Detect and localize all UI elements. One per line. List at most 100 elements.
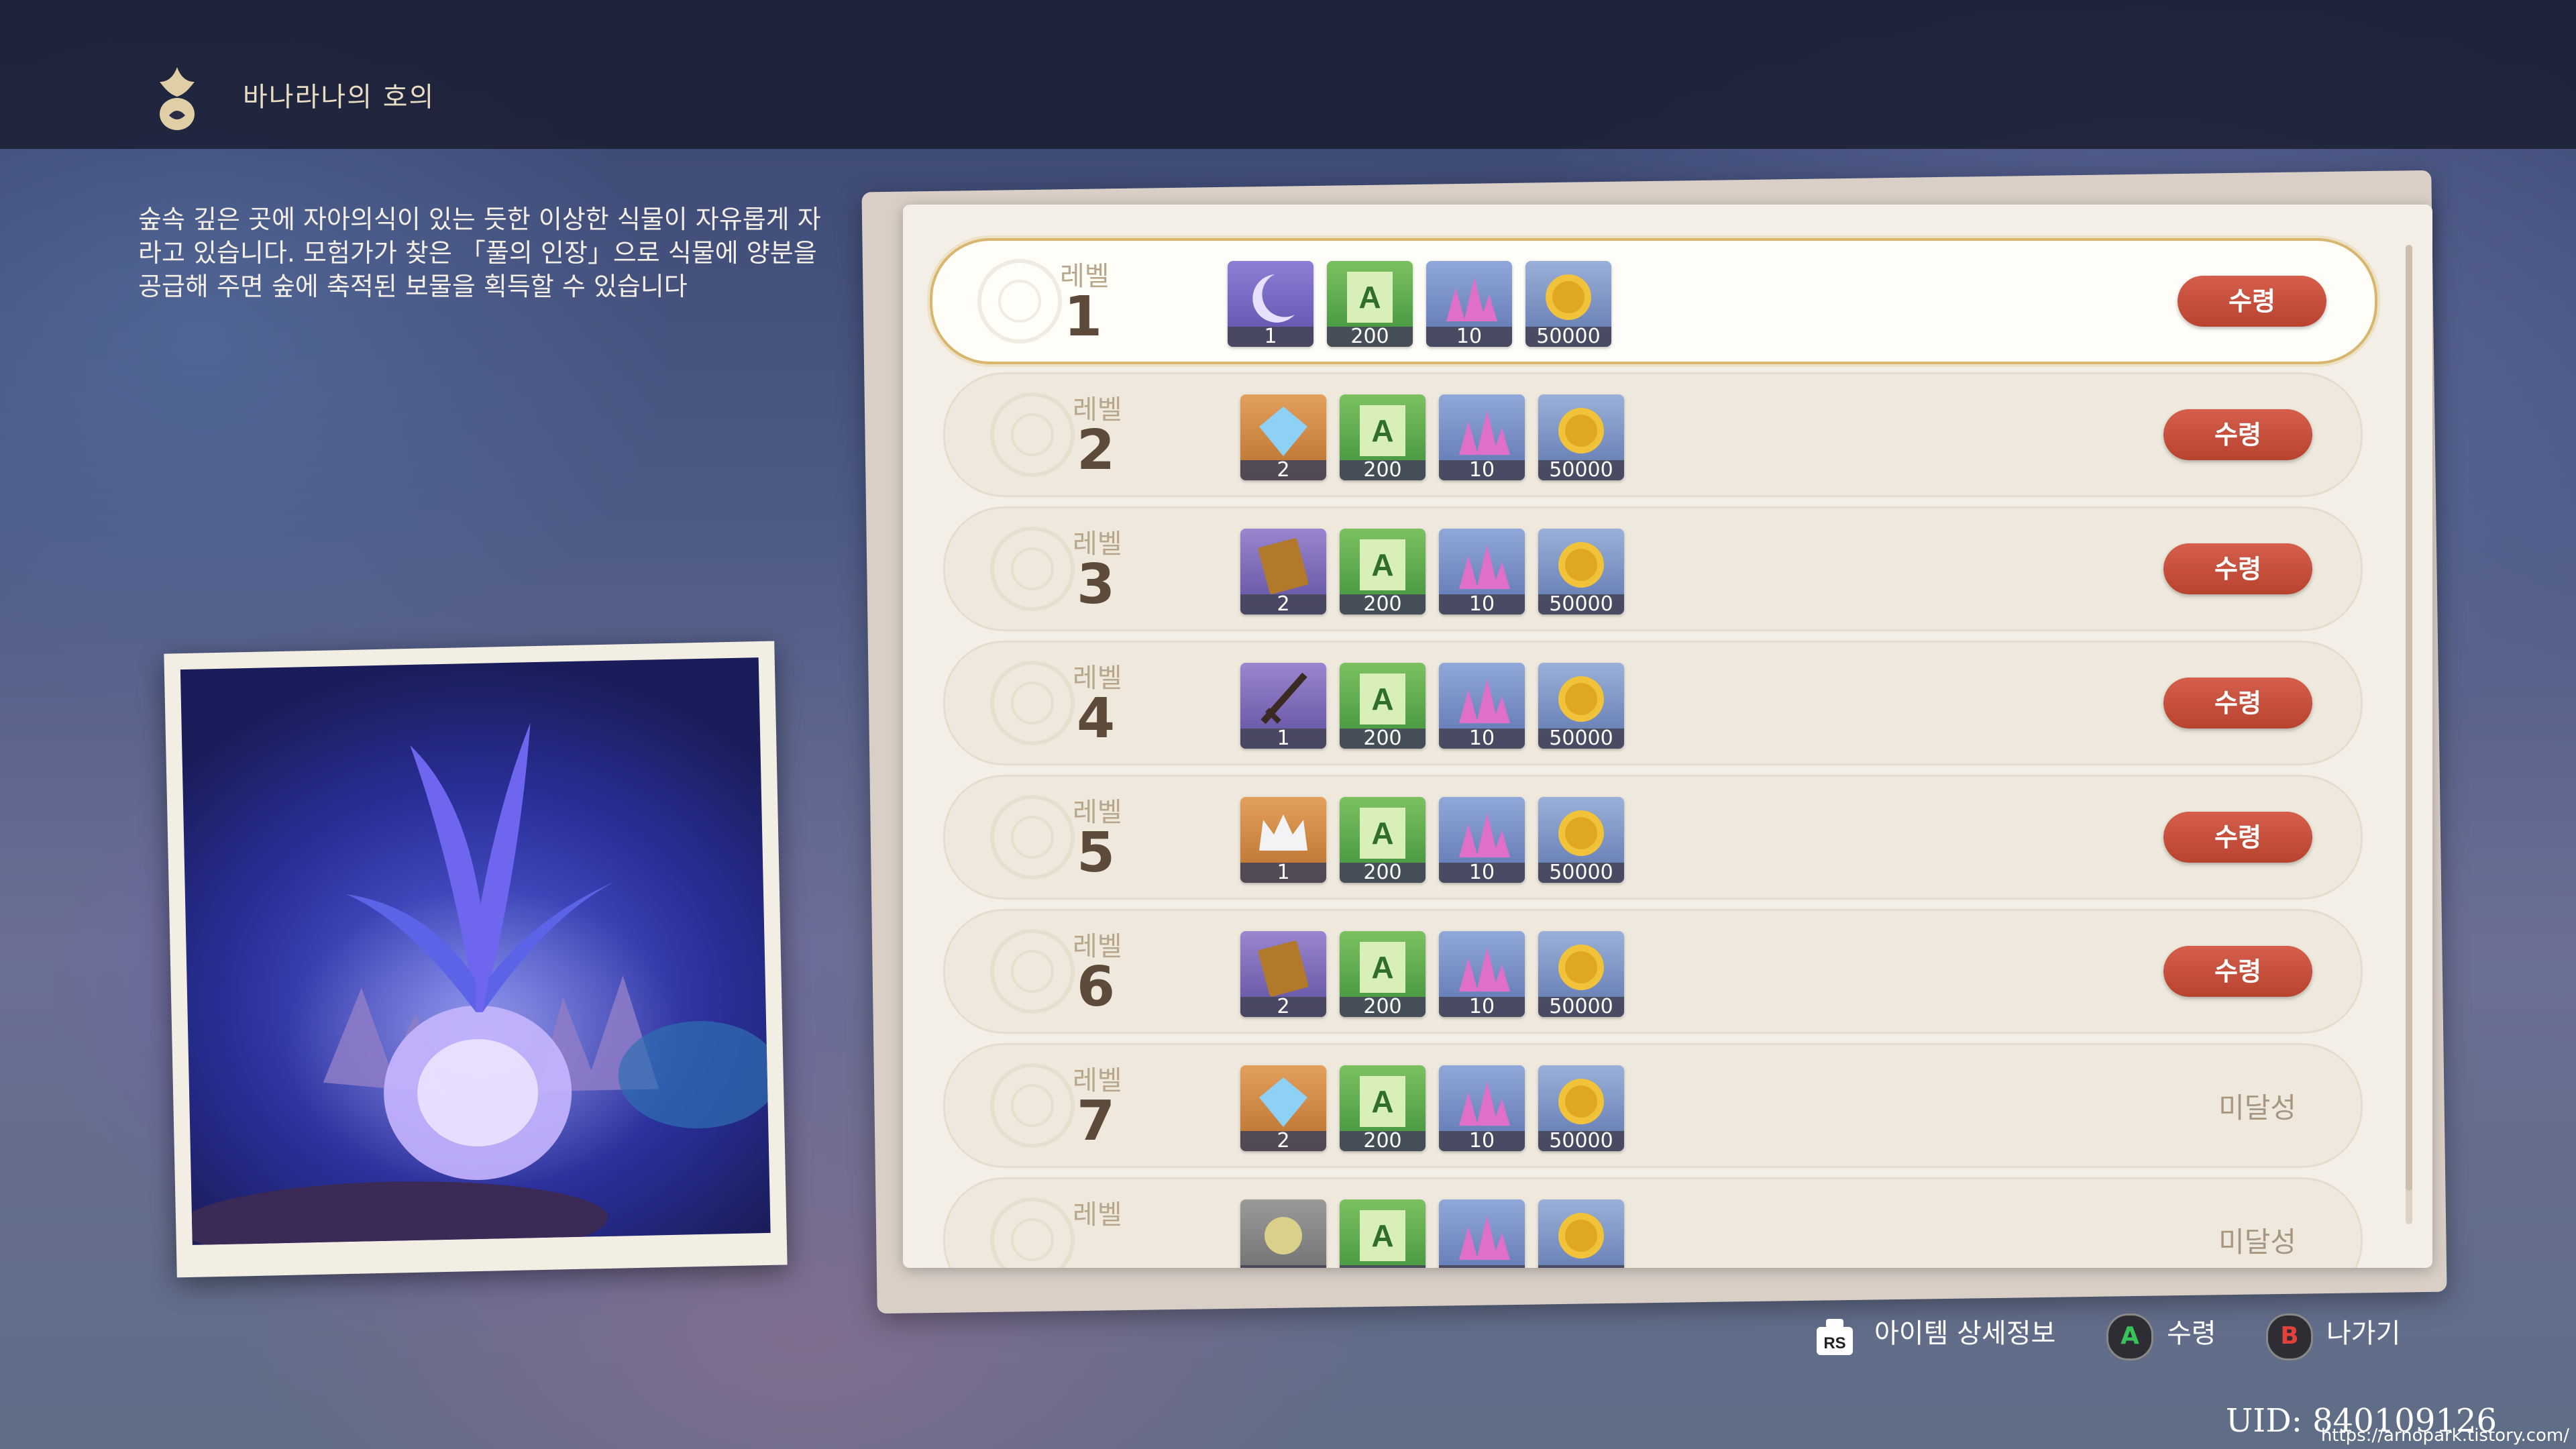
adventure-exp-icon: A [1360,1076,1405,1127]
level-number: 7 [1077,1089,1116,1153]
scrollbar[interactable] [2406,245,2412,1224]
reward-list-panel[interactable]: 레벨 1 1 A 200 10 50000 수령 레벨 2 2 A 200 10 50000 수령 레벨 3 2 A 2… [903,205,2432,1268]
reward-row-level-3[interactable]: 레벨 3 2 A 200 10 50000 수령 [943,506,2363,631]
a-button-icon: A [2106,1313,2153,1360]
reward-item[interactable]: A 200 [1340,931,1426,1017]
reward-item[interactable]: 10 [1439,1065,1525,1151]
reward-item[interactable]: A 200 [1327,261,1413,347]
reward-item-count [1340,1265,1426,1268]
reward-item[interactable]: 50000 [1538,797,1624,883]
reward-item[interactable]: 1 [1228,261,1313,347]
svg-text:A: A [1371,816,1393,851]
reward-item-count: 200 [1340,594,1426,614]
svg-text:A: A [1371,950,1393,985]
reward-item-count: 200 [1340,863,1426,883]
claim-button[interactable]: 수령 [2163,812,2312,863]
level-number: 3 [1077,553,1116,616]
reward-item-count: 50000 [1538,594,1624,614]
reward-item-count [1240,1265,1326,1268]
book-icon [1258,941,1309,997]
blue-gem-icon [1259,1077,1307,1127]
adventure-exp-icon: A [1347,272,1393,323]
plant-illustration-card [164,641,788,1278]
reward-item[interactable]: A [1340,1199,1426,1268]
reward-item[interactable]: 1 [1240,797,1326,883]
reward-item-count: 1 [1228,327,1313,347]
reward-item[interactable]: A 200 [1340,529,1426,614]
reward-item[interactable]: 10 [1439,931,1525,1017]
reward-item[interactable] [1439,1199,1525,1268]
reward-row-level-next[interactable]: 레벨 A 미달성 [943,1177,2363,1268]
reward-item[interactable] [1240,1199,1326,1268]
claim-button[interactable]: 수령 [2163,946,2312,997]
crystal-ore-icon [1459,411,1510,455]
reward-item[interactable] [1538,1199,1624,1268]
reward-item[interactable]: A 200 [1340,1065,1426,1151]
crystal-ore-icon [1459,1081,1510,1126]
book-icon [1258,538,1309,594]
claim-button[interactable]: 수령 [2178,276,2326,327]
reward-row-level-7[interactable]: 레벨 7 2 A 200 10 50000 미달성 [943,1043,2363,1168]
claim-hint[interactable]: 수령 [2167,1311,2216,1350]
claim-button[interactable]: 수령 [2163,409,2312,460]
reward-row-level-6[interactable]: 레벨 6 2 A 200 10 50000 수령 [943,909,2363,1034]
reward-row-level-2[interactable]: 레벨 2 2 A 200 10 50000 수령 [943,372,2363,497]
reward-item[interactable]: 10 [1439,529,1525,614]
svg-text:A: A [1371,1084,1393,1119]
reward-row-level-1[interactable]: 레벨 1 1 A 200 10 50000 수령 [930,238,2377,364]
svg-text:A: A [1358,280,1381,315]
reward-item-count [1439,1265,1525,1268]
banarana-emblem-icon [160,67,195,130]
reward-item[interactable]: A 200 [1340,797,1426,883]
reward-item[interactable]: 50000 [1525,261,1611,347]
reward-item-count: 200 [1340,460,1426,480]
scrollbar-thumb[interactable] [2406,245,2412,1191]
mora-coin-icon [1558,408,1604,453]
reward-item-count: 2 [1240,1131,1326,1151]
adventure-exp-icon: A [1360,942,1405,993]
level-number: 2 [1077,419,1116,482]
reward-item[interactable]: 50000 [1538,394,1624,480]
svg-text:A: A [1371,413,1393,448]
reward-item[interactable]: 10 [1439,394,1525,480]
reward-item[interactable]: A 200 [1340,394,1426,480]
reward-row-level-5[interactable]: 레벨 5 1 A 200 10 50000 수령 [943,775,2363,900]
reward-item[interactable]: 50000 [1538,1065,1624,1151]
sword-icon [1260,672,1307,724]
reward-item[interactable]: 50000 [1538,663,1624,749]
reward-item-count: 50000 [1525,327,1611,347]
reward-item-count: 10 [1439,460,1525,480]
crown-icon [1259,814,1307,851]
reward-item[interactable]: 2 [1240,529,1326,614]
svg-text:A: A [1371,682,1393,716]
claim-button[interactable]: 수령 [2163,678,2312,729]
reward-item[interactable]: 10 [1439,663,1525,749]
claim-button[interactable]: 수령 [2163,543,2312,594]
gray-material-icon [1265,1217,1302,1254]
reward-item[interactable]: 50000 [1538,529,1624,614]
reward-item[interactable]: 2 [1240,1065,1326,1151]
reward-item[interactable]: 50000 [1538,931,1624,1017]
blue-gem-icon [1259,407,1307,456]
mora-coin-icon [1546,274,1591,320]
watermark: https://arnopark.tistory.com/ [2320,1426,2569,1446]
reward-item-count: 10 [1439,1131,1525,1151]
not-achieved-status: 미달성 [2218,1226,2296,1258]
level-number: 4 [1077,687,1116,751]
item-detail-hint[interactable]: 아이템 상세정보 [1874,1311,2055,1350]
reward-item[interactable]: 10 [1439,797,1525,883]
reward-item-count: 10 [1439,997,1525,1017]
reward-item[interactable]: A 200 [1340,663,1426,749]
reward-row-level-4[interactable]: 레벨 4 1 A 200 10 50000 수령 [943,641,2363,765]
reward-item-count: 50000 [1538,863,1624,883]
level-number: 5 [1077,821,1116,885]
adventure-exp-icon: A [1360,405,1405,456]
reward-item[interactable]: 10 [1426,261,1512,347]
crystal-ore-icon [1459,679,1510,723]
reward-item[interactable]: 2 [1240,931,1326,1017]
reward-item-count: 2 [1240,594,1326,614]
exit-hint[interactable]: 나가기 [2326,1311,2400,1350]
header-bar: 바나라나의 호의 [0,0,2576,149]
reward-item[interactable]: 2 [1240,394,1326,480]
reward-item[interactable]: 1 [1240,663,1326,749]
